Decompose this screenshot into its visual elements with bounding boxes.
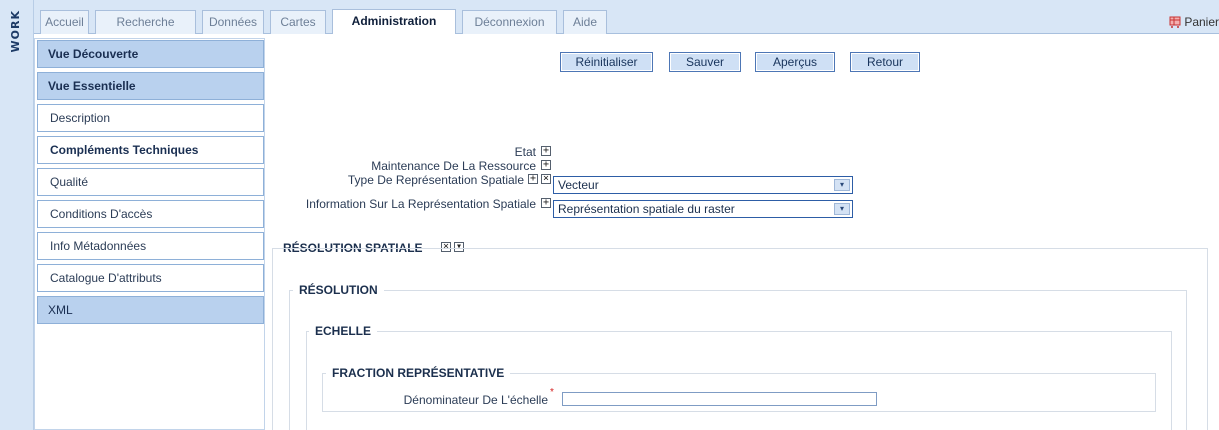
type-representation-label: Type De Représentation Spatiale xyxy=(347,173,524,187)
etat-label: Etat xyxy=(514,145,536,159)
tab-donnees[interactable]: Données xyxy=(202,10,264,34)
type-representation-select[interactable]: Vecteur ▾ xyxy=(553,176,853,194)
sidebar-item-catalogue-attributs[interactable]: Catalogue D'attributs xyxy=(37,264,264,292)
expand-plus-icon[interactable]: + xyxy=(541,198,551,208)
main-content: Réinitialiser Sauver Aperçus Retour Etat… xyxy=(272,38,1219,430)
tab-deconnexion[interactable]: Déconnexion xyxy=(462,10,557,34)
sidebar: Vue Découverte Vue Essentielle Descripti… xyxy=(34,38,265,430)
sidebar-item-vue-essentielle[interactable]: Vue Essentielle xyxy=(37,72,264,100)
maintenance-label: Maintenance De La Ressource xyxy=(371,159,536,173)
fraction-representative-legend: FRACTION REPRÉSENTATIVE xyxy=(326,366,511,380)
required-marker: * xyxy=(550,387,554,398)
sidebar-item-description[interactable]: Description xyxy=(37,104,264,132)
vertical-app-strip: WORK xyxy=(0,0,34,430)
sidebar-item-complements-techniques[interactable]: Compléments Techniques xyxy=(37,136,264,164)
info-representation-label: Information Sur La Représentation Spatia… xyxy=(305,197,536,211)
reset-button[interactable]: Réinitialiser xyxy=(560,52,653,72)
sidebar-item-info-metadonnees[interactable]: Info Métadonnées xyxy=(37,232,264,260)
tab-cartes[interactable]: Cartes xyxy=(270,10,326,34)
sidebar-item-conditions-acces[interactable]: Conditions D'accès xyxy=(37,200,264,228)
top-tab-bar: Accueil Recherche Données Cartes Adminis… xyxy=(34,0,1219,34)
tab-recherche[interactable]: Recherche xyxy=(95,10,196,34)
cart-icon xyxy=(1169,16,1181,28)
sidebar-item-qualite[interactable]: Qualité xyxy=(37,168,264,196)
resolution-legend: RÉSOLUTION xyxy=(293,283,384,297)
info-representation-value: Représentation spatiale du raster xyxy=(558,202,735,216)
denominator-input[interactable] xyxy=(562,392,877,406)
type-representation-value: Vecteur xyxy=(558,178,599,192)
tab-accueil[interactable]: Accueil xyxy=(40,10,89,34)
chevron-down-icon[interactable]: ▾ xyxy=(834,179,850,191)
sidebar-item-vue-decouverte[interactable]: Vue Découverte xyxy=(37,40,264,68)
preview-button[interactable]: Aperçus xyxy=(755,52,835,72)
app-vertical-label: WORK xyxy=(9,10,22,53)
tab-administration[interactable]: Administration xyxy=(332,9,456,34)
chevron-down-icon[interactable]: ▾ xyxy=(834,203,850,215)
sidebar-item-xml[interactable]: XML xyxy=(37,296,264,324)
back-button[interactable]: Retour xyxy=(850,52,920,72)
denominator-label: Dénominateur De L'échelle xyxy=(403,393,548,407)
cart-link[interactable]: Panier xyxy=(1169,15,1219,29)
remove-x-icon[interactable]: × xyxy=(541,174,551,184)
info-representation-select[interactable]: Représentation spatiale du raster ▾ xyxy=(553,200,853,218)
expand-plus-icon[interactable]: + xyxy=(541,146,551,156)
cart-label: Panier xyxy=(1184,15,1219,29)
expand-plus-icon[interactable]: + xyxy=(541,160,551,170)
tab-aide[interactable]: Aide xyxy=(563,10,607,34)
save-button[interactable]: Sauver xyxy=(669,52,741,72)
echelle-legend: ECHELLE xyxy=(309,324,378,338)
expand-plus-icon[interactable]: + xyxy=(528,174,538,184)
